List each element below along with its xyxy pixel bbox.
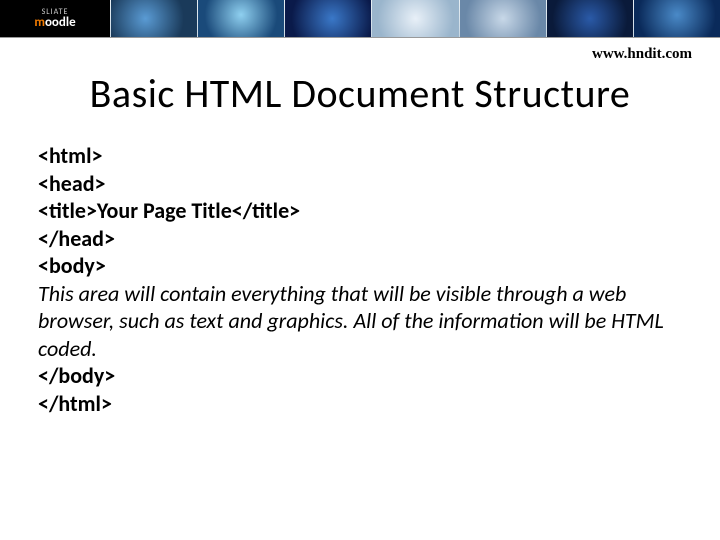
code-line: <body>: [38, 252, 682, 280]
top-banner: SLIATE moodle: [0, 0, 720, 38]
slide-content: <html> <head> <title>Your Page Title</ti…: [0, 142, 720, 417]
header-url: www.hndit.com: [0, 38, 720, 63]
slide-title: Basic HTML Document Structure: [28, 69, 692, 118]
code-line: <html>: [38, 142, 682, 170]
logo-block: SLIATE moodle: [0, 0, 110, 37]
code-description: This area will contain everything that w…: [38, 280, 682, 363]
code-line: <title>Your Page Title</title>: [38, 197, 682, 225]
code-line: <head>: [38, 170, 682, 198]
banner-image-strip: [110, 0, 720, 37]
banner-thumb: [633, 0, 720, 37]
code-line: </html>: [38, 390, 682, 418]
logo-bottom-text: moodle: [34, 16, 75, 29]
banner-thumb: [110, 0, 197, 37]
banner-thumb: [284, 0, 371, 37]
code-line: </body>: [38, 362, 682, 390]
banner-thumb: [371, 0, 458, 37]
code-line: </head>: [38, 225, 682, 253]
banner-thumb: [546, 0, 633, 37]
banner-thumb: [197, 0, 284, 37]
banner-thumb: [459, 0, 546, 37]
